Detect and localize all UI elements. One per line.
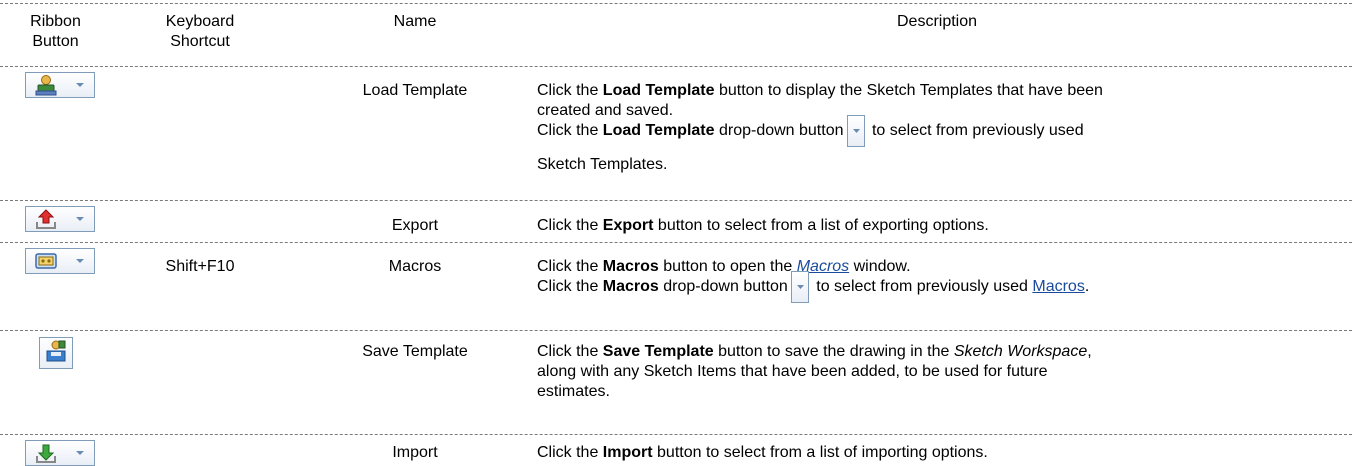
inline-dropdown-button[interactable] [790, 271, 809, 303]
row-name: Export [391, 217, 439, 234]
header-top-rule [0, 3, 1352, 4]
col-header-keyboard-shortcut: Keyboard Shortcut [165, 13, 235, 50]
row-description: Click the Load Template button to displa… [537, 82, 1103, 173]
row-description: Click the Import button to select from a… [537, 444, 988, 461]
row-divider [0, 242, 1352, 243]
export-ribbon-button[interactable] [25, 206, 95, 232]
row-name: Load Template [362, 82, 468, 99]
chevron-down-icon[interactable] [66, 249, 94, 273]
row-divider [0, 434, 1352, 435]
macros-ribbon-button[interactable] [25, 248, 95, 274]
save-template-icon [44, 339, 68, 368]
chevron-down-icon[interactable] [66, 207, 94, 231]
macros-link[interactable]: Macros [1032, 278, 1084, 295]
macros-icon [26, 249, 66, 273]
row-name: Macros [388, 258, 442, 275]
import-icon [26, 441, 66, 465]
export-icon [26, 207, 66, 231]
inline-dropdown-button[interactable] [846, 115, 865, 147]
row-description: Click the Save Template button to save t… [537, 343, 1092, 400]
import-ribbon-button[interactable] [25, 440, 95, 466]
load-template-ribbon-button[interactable] [25, 72, 95, 98]
col-header-name: Name [393, 13, 437, 30]
row-shortcut: Shift+F10 [165, 258, 235, 275]
header-bottom-rule [0, 66, 1352, 67]
col-header-ribbon-button: Ribbon Button [30, 13, 81, 50]
save-template-ribbon-button[interactable] [39, 337, 73, 369]
col-header-description: Description [896, 13, 978, 30]
row-divider [0, 200, 1352, 201]
row-description: Click the Macros button to open the Macr… [537, 257, 1337, 303]
chevron-down-icon[interactable] [66, 441, 94, 465]
load-template-icon [26, 73, 66, 97]
row-divider [0, 330, 1352, 331]
row-name: Save Template [362, 343, 468, 360]
row-description: Click the Export button to select from a… [537, 217, 989, 234]
chevron-down-icon[interactable] [66, 73, 94, 97]
row-name: Import [392, 444, 438, 461]
